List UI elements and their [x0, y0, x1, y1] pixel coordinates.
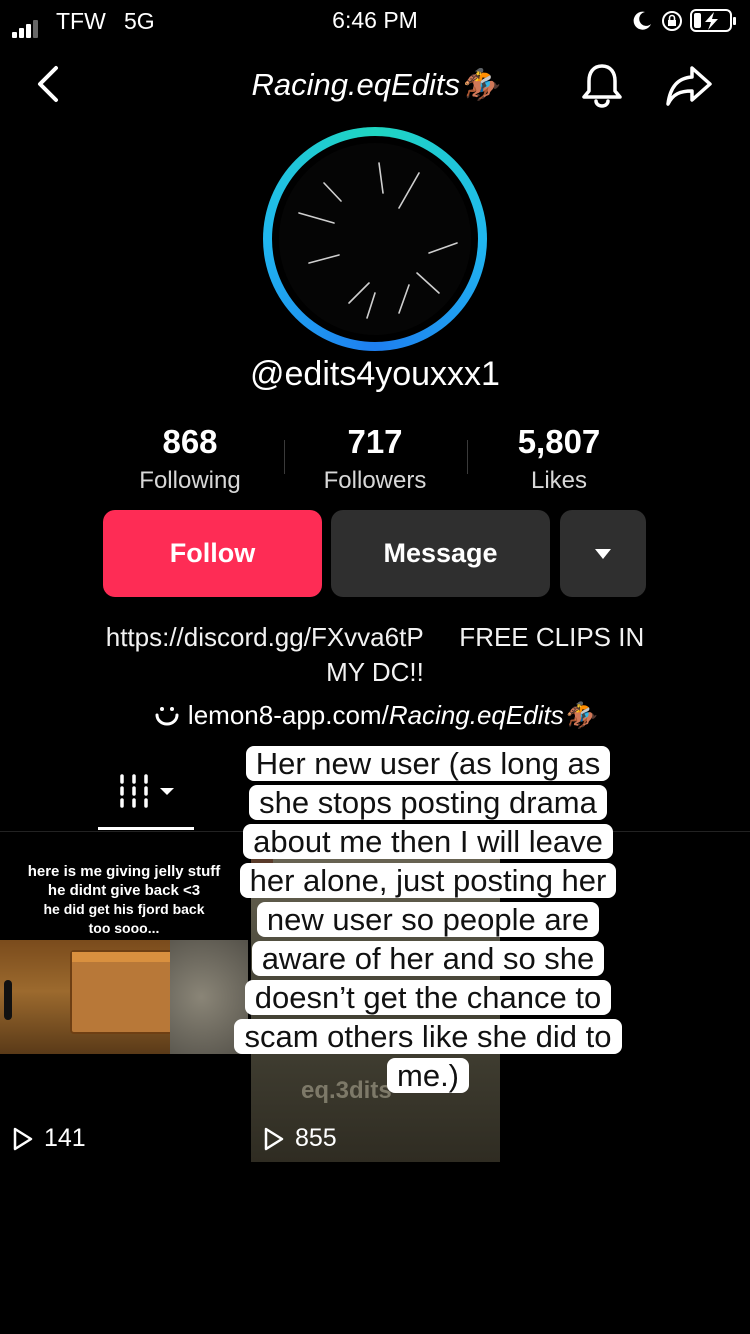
avatar-image — [279, 143, 471, 335]
video-caption-line: he didnt give back <3 — [47, 882, 201, 899]
bio-line: https://discord.gg/FXvva6tP FREE CLIPS I… — [105, 622, 645, 652]
avatar-art — [298, 162, 458, 319]
followers-label[interactable]: Followers — [275, 467, 475, 495]
likes-count: 5,807 — [517, 423, 601, 460]
suggested-accounts-button[interactable] — [560, 510, 646, 597]
bio-line: MY DC!! — [326, 657, 424, 687]
lemon8-icon — [155, 707, 179, 726]
overlay-text: Her new user (as long as she stops posti… — [234, 746, 622, 1093]
message-button[interactable]: Message — [331, 510, 550, 597]
caption-overlay: Her new user (as long as she stops posti… — [232, 744, 624, 1095]
caret-down-icon — [595, 548, 611, 559]
share-icon[interactable] — [664, 62, 714, 108]
video-thumbnail[interactable]: here is me giving jelly stuff he didnt g… — [0, 832, 248, 1162]
link-domain: lemon8-app.com/ — [187, 700, 389, 730]
link-handle: Racing.eqEdits🏇 — [388, 700, 597, 730]
username: @edits4youxxx1 — [250, 355, 500, 393]
videos-grid-icon — [120, 774, 174, 808]
likes-label: Likes — [530, 467, 588, 494]
video-caption-line: too sooo... — [88, 920, 160, 936]
tab-videos[interactable] — [118, 770, 182, 815]
view-count: 855 — [263, 1124, 337, 1153]
view-count: 141 — [12, 1124, 86, 1153]
video-caption-line: he did get his fjord back — [43, 901, 205, 917]
avatar[interactable] — [263, 127, 487, 351]
followers-count[interactable]: 717 — [275, 423, 475, 461]
moon-icon — [633, 11, 651, 30]
battery-icon — [690, 9, 736, 32]
play-icon — [264, 1127, 284, 1150]
rotation-lock-icon — [662, 11, 682, 31]
bell-icon[interactable] — [578, 60, 626, 110]
view-count-value: 141 — [44, 1124, 86, 1152]
trade-window — [70, 950, 184, 1034]
status-bar: TFW 5G 6:46 PM — [0, 0, 750, 42]
play-icon — [13, 1127, 33, 1150]
view-count-value: 855 — [295, 1124, 337, 1152]
follow-button[interactable]: Follow — [103, 510, 322, 597]
following-count[interactable]: 868 — [90, 423, 290, 461]
following-label[interactable]: Following — [90, 467, 290, 495]
active-tab-indicator — [98, 827, 194, 830]
game-screenshot — [0, 940, 248, 1054]
video-caption-line: here is me giving jelly stuff — [27, 863, 221, 880]
page-title: Racing.eqEdits🏇 — [251, 67, 499, 102]
profile-link[interactable]: lemon8-app.com/Racing.eqEdits🏇 — [0, 700, 750, 731]
